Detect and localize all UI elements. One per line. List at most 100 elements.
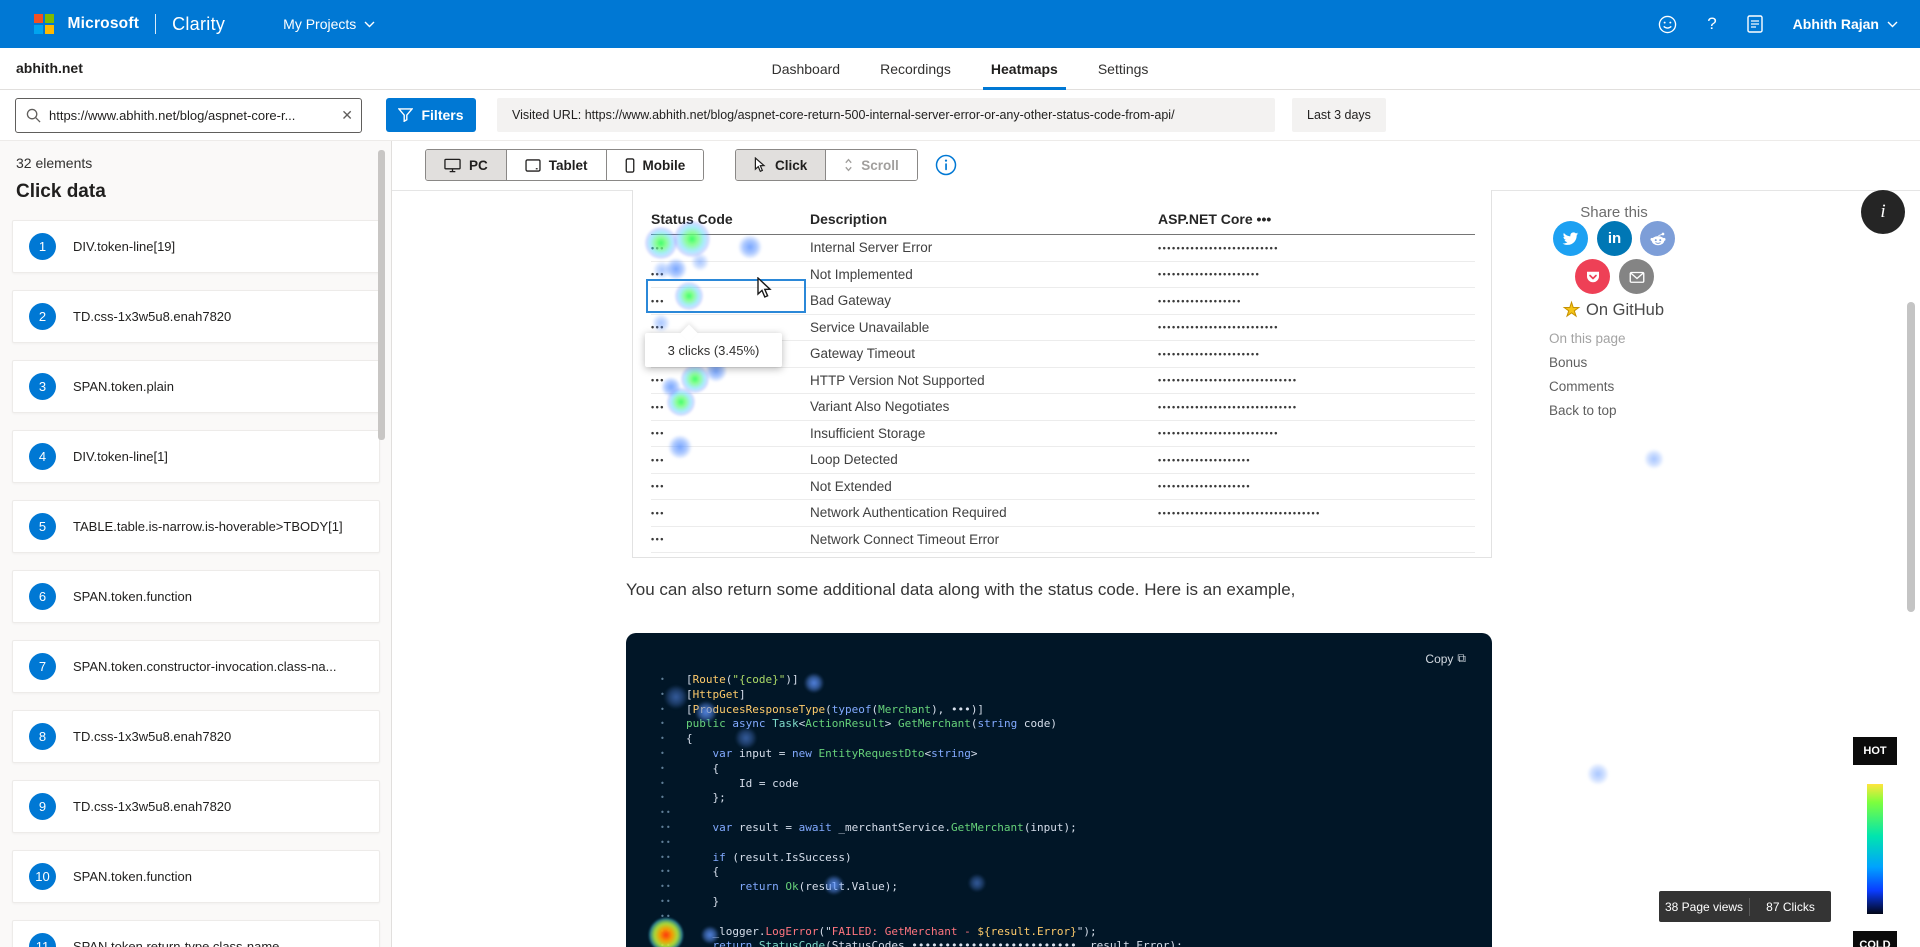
masked-cell: •••••••••••••••••••••• — [1158, 269, 1475, 279]
heat-legend: HOT COLD — [1853, 737, 1897, 947]
copy-code-button[interactable]: Copy⧉ — [1425, 651, 1466, 666]
device-pc-button[interactable]: PC — [426, 150, 507, 180]
masked-cell: •••••••••••••••••••••••••• — [1158, 322, 1475, 332]
clear-search-button[interactable]: ✕ — [341, 107, 353, 124]
email-share-button[interactable] — [1619, 259, 1654, 294]
page-link-bonus[interactable]: Bonus — [1549, 355, 1626, 370]
mode-click-button[interactable]: Click — [736, 150, 826, 180]
microsoft-logo-icon — [34, 14, 54, 34]
page-link-back-to-top[interactable]: Back to top — [1549, 403, 1626, 418]
element-card-6[interactable]: 6 SPAN.token.function — [12, 570, 380, 623]
rank-badge: 7 — [29, 653, 56, 680]
description-cell: Insufficient Storage — [810, 426, 1158, 441]
table-row[interactable]: •••HTTP Version Not Supported•••••••••••… — [651, 368, 1475, 395]
help-button[interactable]: ? — [1707, 14, 1716, 34]
element-label: DIV.token-line[1] — [73, 449, 168, 464]
element-card-7[interactable]: 7 SPAN.token.constructor-invocation.class… — [12, 640, 380, 693]
url-search-input[interactable]: https://www.abhith.net/blog/aspnet-core-… — [15, 98, 362, 133]
brand-divider — [155, 14, 156, 34]
element-card-4[interactable]: 4DIV.token-line[1] — [12, 430, 380, 483]
page-info-badge[interactable]: i — [1861, 190, 1905, 234]
rank-badge: 2 — [29, 303, 56, 330]
element-card-5[interactable]: 5TABLE.table.is-narrow.is-hoverable>TBOD… — [12, 500, 380, 553]
rank-badge: 6 — [29, 583, 56, 610]
click-icon — [754, 157, 767, 173]
pocket-share-button[interactable] — [1575, 259, 1610, 294]
filter-bar: https://www.abhith.net/blog/aspnet-core-… — [0, 90, 1920, 141]
element-label: DIV.token-line[19] — [73, 239, 175, 254]
tab-dashboard[interactable]: Dashboard — [770, 48, 843, 90]
element-card-1[interactable]: 1DIV.token-line[19] — [12, 220, 380, 273]
table-row[interactable]: •••Variant Also Negotiates••••••••••••••… — [651, 394, 1475, 421]
masked-line-number: •• — [660, 836, 686, 851]
table-row[interactable]: •••Network Connect Timeout Error — [651, 527, 1475, 554]
element-card-9[interactable]: 9TD.css-1x3w5u8.enah7820 — [12, 780, 380, 833]
on-github-link[interactable]: ★ On GitHub — [1563, 299, 1664, 322]
heatmap-info-button[interactable] — [935, 154, 957, 176]
feedback-smiley-button[interactable] — [1658, 15, 1677, 34]
page-scrollbar[interactable] — [1907, 302, 1915, 612]
code-line: • var input = new EntityRequestDto<strin… — [660, 747, 1183, 762]
user-menu[interactable]: Abhith Rajan — [1793, 16, 1898, 32]
element-label: SPAN.token.function — [73, 589, 192, 604]
status-code-cell: ••• — [651, 428, 810, 438]
sidebar-scrollbar[interactable] — [378, 150, 385, 440]
click-data-list: 1DIV.token-line[19] 2 TD.css-1x3w5u8.enah7… — [0, 141, 391, 947]
code-line: •• if (result.IsSuccess) — [660, 851, 1183, 866]
masked-cell: •••••••••••••••••••••• — [1158, 349, 1475, 359]
element-card-2[interactable]: 2 TD.css-1x3w5u8.enah7820 — [12, 290, 380, 343]
visited-url-chip: Visited URL: https://www.abhith.net/blog… — [497, 98, 1275, 132]
chevron-down-icon — [1887, 21, 1898, 28]
description-cell: Network Authentication Required — [810, 505, 1158, 520]
scroll-icon — [844, 158, 853, 172]
table-row[interactable]: •••Not Extended•••••••••••••••••••• — [651, 474, 1475, 501]
code-line: • { — [660, 762, 1183, 777]
masked-line-number: • — [660, 732, 686, 747]
element-card-3[interactable]: 3SPAN.token.plain — [12, 360, 380, 413]
pocket-icon — [1584, 268, 1602, 286]
info-icon — [935, 154, 957, 176]
tooltip-text: 3 clicks (3.45%) — [668, 343, 760, 358]
mode-scroll-button[interactable]: Scroll — [826, 150, 917, 180]
code-line: •public async Task<ActionResult> GetMerc… — [660, 717, 1183, 732]
reddit-icon — [1648, 229, 1668, 249]
element-label: TD.css-1x3w5u8.enah7820 — [73, 309, 231, 324]
blog-paragraph: You can also return some additional data… — [626, 580, 1506, 600]
my-projects-menu[interactable]: My Projects — [283, 16, 375, 32]
device-mobile-button[interactable]: Mobile — [607, 150, 704, 180]
reddit-share-button[interactable] — [1640, 221, 1675, 256]
status-code-cell: ••• — [651, 375, 810, 385]
docs-button[interactable] — [1747, 15, 1763, 33]
table-row[interactable]: •••Insufficient Storage•••••••••••••••••… — [651, 421, 1475, 448]
filters-button[interactable]: Filters — [386, 98, 476, 132]
copy-icon: ⧉ — [1457, 651, 1466, 666]
tab-recordings[interactable]: Recordings — [878, 48, 953, 90]
topbar: Microsoft Clarity My Projects ? Abhith R… — [0, 0, 1920, 48]
element-card-10[interactable]: 10SPAN.token.function — [12, 850, 380, 903]
tab-settings[interactable]: Settings — [1096, 48, 1151, 90]
table-row[interactable]: •••Network Authentication Required••••••… — [651, 500, 1475, 527]
masked-line-number: • — [660, 777, 686, 792]
element-label: SPAN.token.constructor-invocation.class-… — [73, 659, 337, 674]
masked-line-number: •• — [660, 925, 686, 940]
chevron-down-icon — [364, 21, 375, 28]
device-tablet-button[interactable]: Tablet — [507, 150, 607, 180]
element-card-8[interactable]: 8TD.css-1x3w5u8.enah7820 — [12, 710, 380, 763]
table-row[interactable]: •••Loop Detected•••••••••••••••••••• — [651, 447, 1475, 474]
element-card-11[interactable]: 11SPAN.token.return-type.class-name — [12, 920, 380, 947]
page-link-comments[interactable]: Comments — [1549, 379, 1626, 394]
tab-heatmaps[interactable]: Heatmaps — [989, 48, 1060, 90]
column-header: Status Code — [651, 211, 810, 227]
masked-line-number: •• — [660, 880, 686, 895]
element-label: TABLE.table.is-narrow.is-hoverable>TBODY… — [73, 519, 343, 534]
user-name: Abhith Rajan — [1793, 16, 1879, 32]
table-row[interactable]: •••Internal Server Error••••••••••••••••… — [651, 235, 1475, 262]
device-tablet-label: Tablet — [549, 158, 588, 173]
status-code-cell: ••• — [651, 402, 810, 412]
twitter-share-button[interactable] — [1553, 221, 1588, 256]
status-code-cell: ••• — [651, 269, 810, 279]
linkedin-share-button[interactable]: in — [1597, 221, 1632, 256]
description-cell: Variant Also Negotiates — [810, 399, 1158, 414]
date-range-chip[interactable]: Last 3 days — [1292, 98, 1386, 132]
heatmap-toolbar: PC Tablet Mobile ClickScroll — [392, 141, 1920, 190]
